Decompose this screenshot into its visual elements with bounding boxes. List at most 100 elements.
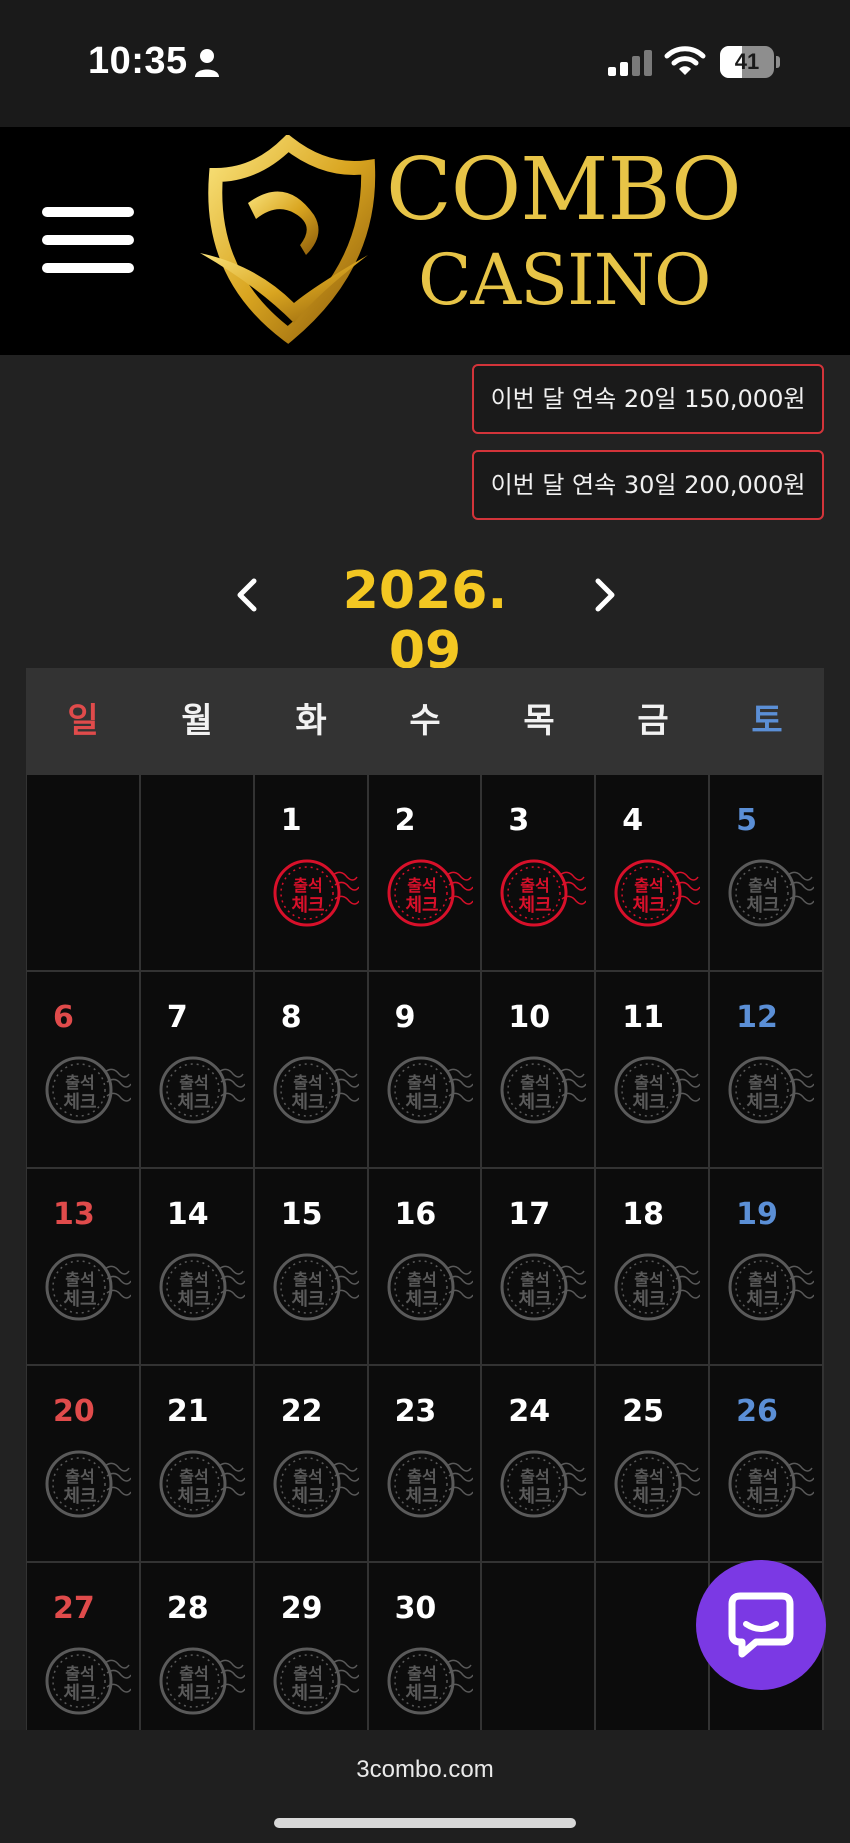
- battery-icon: 41: [720, 46, 780, 78]
- calendar-day-cell[interactable]: 26 출석 체크: [710, 1366, 824, 1563]
- calendar-day-cell[interactable]: 21 출석 체크: [140, 1366, 255, 1563]
- attendance-stamp-icon[interactable]: 출석체크: [385, 1052, 473, 1128]
- live-chat-button[interactable]: [696, 1560, 826, 1690]
- attendance-stamp-icon[interactable]: 출석체크: [157, 1249, 245, 1325]
- calendar-day-cell[interactable]: 25 출석 체크: [596, 1366, 711, 1563]
- calendar-day-cell[interactable]: 15 출석 체크: [254, 1169, 369, 1366]
- weekday-tuesday: 화: [295, 701, 327, 741]
- stamp-text-line1: 출석: [65, 1270, 94, 1289]
- calendar-day-cell[interactable]: 14 출석 체크: [140, 1169, 255, 1366]
- attendance-stamp-icon[interactable]: 출석체크: [612, 1446, 701, 1522]
- attendance-stamp-checked-icon[interactable]: 출석체크: [385, 855, 473, 931]
- attendance-stamp-icon[interactable]: 출석체크: [385, 1643, 473, 1719]
- attendance-stamp-icon[interactable]: 출석체크: [271, 1052, 359, 1128]
- stamp-text-line1: 출석: [293, 1073, 322, 1092]
- calendar-day-cell[interactable]: 5 출석 체크: [710, 775, 824, 972]
- day-number: 8: [280, 1000, 302, 1035]
- day-number: 17: [508, 1197, 551, 1232]
- menu-bar-icon: [42, 235, 134, 245]
- attendance-stamp-icon[interactable]: 출석체크: [498, 1052, 587, 1128]
- calendar-day-cell[interactable]: 2 출석 체크: [368, 775, 483, 972]
- shield-logo-icon: [200, 135, 376, 344]
- calendar-day-cell[interactable]: 24 출석 체크: [482, 1366, 597, 1563]
- weekday-monday: 월: [181, 701, 213, 741]
- calendar-day-cell[interactable]: 3 출석 체크: [482, 775, 597, 972]
- attendance-stamp-icon[interactable]: 출석체크: [385, 1249, 473, 1325]
- attendance-stamp-icon[interactable]: 출석체크: [385, 1446, 473, 1522]
- attendance-stamp-icon[interactable]: 출석체크: [157, 1446, 245, 1522]
- attendance-stamp-checked-icon[interactable]: 출석체크: [498, 855, 587, 931]
- stamp-text-line2: 체크: [519, 1289, 552, 1310]
- stamp-text-line1: 출석: [179, 1270, 208, 1289]
- attendance-stamp-icon[interactable]: 출석체크: [726, 855, 815, 931]
- calendar-day-cell[interactable]: 1 출석 체크: [254, 775, 369, 972]
- stamp-text-line2: 체크: [63, 1683, 96, 1704]
- browser-address-bar[interactable]: 3combo.com: [0, 1730, 850, 1843]
- stamp-text-line2: 체크: [405, 1289, 438, 1310]
- attendance-stamp-checked-icon[interactable]: 출석체크: [271, 855, 359, 931]
- calendar-day-cell[interactable]: 19 출석 체크: [710, 1169, 824, 1366]
- combo-casino-logo[interactable]: COMBO CASINO: [196, 135, 742, 347]
- attendance-stamp-icon[interactable]: 출석체크: [612, 1052, 701, 1128]
- stamp-text-line2: 체크: [63, 1486, 96, 1507]
- hamburger-menu-button[interactable]: [42, 207, 136, 273]
- wifi-icon: [664, 46, 706, 75]
- attendance-stamp-icon[interactable]: 출석체크: [726, 1249, 815, 1325]
- attendance-stamp-checked-icon[interactable]: 출석체크: [612, 855, 701, 931]
- calendar-empty-cell: [140, 775, 255, 972]
- home-indicator[interactable]: [274, 1818, 576, 1828]
- battery-tip: [776, 56, 780, 68]
- calendar-day-cell[interactable]: 9 출석 체크: [368, 972, 483, 1169]
- attendance-stamp-icon[interactable]: 출석체크: [271, 1643, 359, 1719]
- attendance-stamp-icon[interactable]: 출석체크: [157, 1643, 245, 1719]
- calendar-day-cell[interactable]: 7 출석 체크: [140, 972, 255, 1169]
- calendar-day-cell[interactable]: 12 출석 체크: [710, 972, 824, 1169]
- calendar-day-cell[interactable]: 6 출석 체크: [27, 972, 141, 1169]
- calendar-day-cell[interactable]: 13 출석 체크: [27, 1169, 141, 1366]
- battery-percentage: 41: [734, 49, 760, 74]
- calendar-day-cell[interactable]: 23 출석 체크: [368, 1366, 483, 1563]
- attendance-stamp-icon[interactable]: 출석체크: [271, 1249, 359, 1325]
- attendance-stamp-icon[interactable]: 출석체크: [43, 1446, 131, 1522]
- stamp-text-line2: 체크: [633, 1092, 666, 1113]
- calendar-day-cell[interactable]: 20 출석 체크: [27, 1366, 141, 1563]
- day-number: 29: [280, 1591, 323, 1626]
- weekday-sunday: 일: [67, 701, 99, 741]
- stamp-text-line2: 체크: [63, 1092, 96, 1113]
- attendance-stamp-icon[interactable]: 출석체크: [271, 1446, 359, 1522]
- stamp-text-line1: 출석: [179, 1467, 208, 1486]
- day-number: 7: [166, 1000, 188, 1035]
- calendar-day-cell[interactable]: 4 출석 체크: [596, 775, 711, 972]
- calendar-day-cell[interactable]: 10 출석 체크: [482, 972, 597, 1169]
- calendar-day-cell[interactable]: 22 출석 체크: [254, 1366, 369, 1563]
- stamp-text-line2: 체크: [633, 1486, 666, 1507]
- stamp-text-line1: 출석: [407, 876, 436, 895]
- chat-bubble-icon: [728, 1592, 794, 1658]
- attendance-stamp-icon[interactable]: 출석체크: [43, 1052, 131, 1128]
- url-text[interactable]: 3combo.com: [0, 1756, 850, 1784]
- chevron-right-icon[interactable]: [584, 573, 624, 617]
- attendance-stamp-icon[interactable]: 출석체크: [498, 1446, 587, 1522]
- attendance-stamp-icon[interactable]: 출석체크: [726, 1446, 815, 1522]
- attendance-stamp-icon[interactable]: 출석체크: [726, 1052, 815, 1128]
- stamp-text-line1: 출석: [635, 1270, 664, 1289]
- bonus-30-days-button[interactable]: 이번 달 연속 30일 200,000원: [472, 450, 824, 520]
- attendance-stamp-icon[interactable]: 출석체크: [43, 1249, 131, 1325]
- calendar-day-cell[interactable]: 17 출석 체크: [482, 1169, 597, 1366]
- attendance-stamp-icon[interactable]: 출석체크: [612, 1249, 701, 1325]
- person-icon: [195, 49, 219, 77]
- attendance-stamp-icon[interactable]: 출석체크: [498, 1249, 587, 1325]
- attendance-stamp-icon[interactable]: 출석체크: [43, 1643, 131, 1719]
- bonus-20-days-button[interactable]: 이번 달 연속 20일 150,000원: [472, 364, 824, 434]
- calendar-day-cell[interactable]: 18 출석 체크: [596, 1169, 711, 1366]
- attendance-stamp-icon[interactable]: 출석체크: [157, 1052, 245, 1128]
- stamp-text-line2: 체크: [291, 1092, 324, 1113]
- calendar-day-cell[interactable]: 11 출석 체크: [596, 972, 711, 1169]
- calendar-day-cell[interactable]: 8 출석 체크: [254, 972, 369, 1169]
- day-number: 1: [280, 803, 302, 838]
- day-number: 9: [394, 1000, 416, 1035]
- stamp-text-line2: 체크: [291, 895, 324, 916]
- chevron-left-icon[interactable]: [228, 573, 268, 617]
- site-header: COMBO CASINO: [0, 127, 850, 355]
- calendar-day-cell[interactable]: 16 출석 체크: [368, 1169, 483, 1366]
